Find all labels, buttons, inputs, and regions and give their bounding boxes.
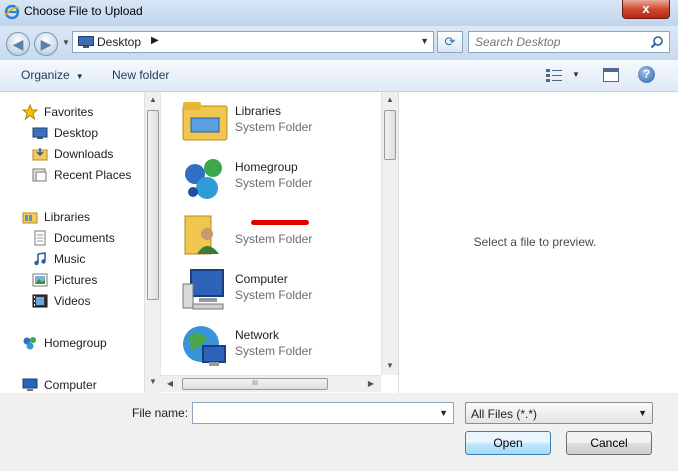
refresh-button[interactable]: ⟳ bbox=[437, 31, 463, 53]
desktop-icon bbox=[78, 36, 94, 48]
file-type: System Folder bbox=[235, 120, 313, 134]
sidebar-item-label: Videos bbox=[54, 294, 91, 308]
sidebar-item-label: Pictures bbox=[54, 273, 98, 287]
file-item-libraries[interactable]: Libraries System Folder bbox=[181, 98, 381, 148]
file-type: System Folder bbox=[235, 176, 313, 190]
search-icon[interactable] bbox=[650, 35, 664, 49]
change-view-icon[interactable] bbox=[546, 68, 562, 82]
file-type: System Folder bbox=[235, 344, 313, 358]
scroll-down-arrow-icon[interactable]: ▼ bbox=[382, 358, 398, 374]
file-upload-dialog: Choose File to Upload x ◀ ▶ ▼ Desktop ▶ … bbox=[0, 0, 678, 471]
sidebar-item-label: Music bbox=[54, 252, 86, 266]
network-icon bbox=[183, 326, 226, 366]
libraries-icon bbox=[22, 212, 38, 224]
file-name: Computer bbox=[235, 272, 288, 286]
videos-icon bbox=[32, 294, 48, 308]
sidebar-item-label: Libraries bbox=[44, 210, 91, 224]
file-name-input[interactable] bbox=[193, 403, 433, 423]
documents-icon bbox=[34, 230, 46, 246]
file-name-combobox[interactable]: ▼ bbox=[192, 402, 454, 424]
cancel-button[interactable]: Cancel bbox=[566, 431, 652, 455]
scroll-left-arrow-icon[interactable]: ◀ bbox=[162, 376, 178, 392]
window-title: Choose File to Upload bbox=[24, 4, 143, 18]
close-button[interactable]: x bbox=[622, 0, 670, 19]
user-folder-icon bbox=[184, 215, 219, 255]
preview-pane-toggle[interactable] bbox=[603, 68, 619, 82]
dialog-footer: File name: ▼ All Files (*.*) ▼ Open Canc… bbox=[0, 393, 678, 471]
file-type-select[interactable]: All Files (*.*) ▼ bbox=[465, 402, 653, 424]
search-input[interactable] bbox=[469, 32, 647, 52]
breadcrumb-arrow-icon[interactable]: ▶ bbox=[151, 35, 159, 46]
organize-label[interactable]: Organize bbox=[21, 68, 70, 82]
sidebar-item-label: Homegroup bbox=[44, 336, 107, 350]
chevron-down-icon: ▼ bbox=[75, 72, 84, 81]
file-name: Libraries bbox=[235, 104, 282, 118]
file-item-homegroup[interactable]: Homegroup System Folder bbox=[181, 154, 381, 204]
file-name-label: File name: bbox=[132, 406, 189, 420]
new-folder-button[interactable]: New folder bbox=[112, 68, 169, 82]
sidebar-item-label: Desktop bbox=[54, 126, 99, 140]
sidebar-item-label: Recent Places bbox=[54, 168, 132, 182]
organize-menu[interactable]: Organize ▼ bbox=[21, 68, 84, 82]
computer-icon bbox=[182, 269, 224, 310]
preview-message: Select a file to preview. bbox=[473, 235, 597, 249]
computer-icon bbox=[22, 378, 38, 391]
address-field[interactable]: Desktop ▶ ▼ bbox=[72, 31, 434, 53]
chevron-down-icon[interactable]: ▼ bbox=[638, 408, 647, 418]
main-content: Favorites Desktop Downloads Recent Place… bbox=[0, 92, 678, 393]
back-button[interactable]: ◀ bbox=[6, 32, 30, 56]
help-button[interactable]: ? bbox=[638, 66, 655, 83]
internet-explorer-icon bbox=[4, 4, 20, 20]
address-location[interactable]: Desktop bbox=[97, 35, 141, 49]
libraries-folder-icon bbox=[182, 102, 228, 141]
scroll-down-arrow-icon[interactable]: ▼ bbox=[145, 374, 161, 390]
search-box[interactable] bbox=[468, 31, 670, 53]
file-list-pane: Libraries System Folder Homegroup System… bbox=[160, 92, 398, 393]
view-options-dropdown[interactable]: ▼ bbox=[572, 70, 580, 79]
homegroup-icon bbox=[185, 159, 222, 199]
recent-locations-dropdown[interactable]: ▼ bbox=[62, 38, 70, 47]
file-type: System Folder bbox=[235, 232, 313, 246]
open-button[interactable]: Open bbox=[465, 431, 551, 455]
sidebar-item-label: Downloads bbox=[54, 147, 114, 161]
scroll-right-arrow-icon[interactable]: ▶ bbox=[363, 376, 379, 392]
homegroup-icon bbox=[23, 337, 36, 350]
address-dropdown-button[interactable]: ▼ bbox=[420, 36, 429, 46]
scrollbar-thumb[interactable]: III bbox=[182, 378, 328, 390]
navigation-pane-scrollbar[interactable]: ▲ ▼ bbox=[144, 92, 161, 393]
title-bar: Choose File to Upload x bbox=[0, 0, 678, 26]
pictures-icon bbox=[32, 273, 48, 287]
scroll-up-arrow-icon[interactable]: ▲ bbox=[382, 92, 398, 108]
scrollbar-thumb[interactable] bbox=[384, 110, 396, 160]
desktop-icon bbox=[32, 127, 48, 139]
redacted-name-mark bbox=[251, 220, 309, 225]
scrollbar-thumb[interactable] bbox=[147, 110, 159, 300]
music-icon bbox=[34, 252, 46, 266]
address-bar: ◀ ▶ ▼ Desktop ▶ ▼ ⟳ bbox=[0, 26, 678, 60]
file-item-computer[interactable]: Computer System Folder bbox=[181, 266, 381, 316]
file-item-user-folder[interactable]: System Folder bbox=[181, 210, 381, 260]
downloads-folder-icon bbox=[32, 148, 48, 161]
file-item-network[interactable]: Network System Folder bbox=[181, 322, 381, 372]
file-type-selected[interactable]: All Files (*.*) bbox=[471, 407, 537, 421]
file-name: Homegroup bbox=[235, 160, 298, 174]
file-list-horizontal-scrollbar[interactable]: ◀ III ▶ bbox=[160, 375, 381, 392]
star-icon bbox=[22, 104, 38, 120]
sidebar-item-label: Computer bbox=[44, 378, 97, 392]
preview-pane: Select a file to preview. bbox=[398, 92, 670, 393]
command-toolbar: Organize ▼ New folder ▼ ? bbox=[0, 60, 678, 92]
recent-places-icon bbox=[32, 168, 47, 182]
scroll-up-arrow-icon[interactable]: ▲ bbox=[145, 92, 161, 108]
navigation-pane: Favorites Desktop Downloads Recent Place… bbox=[0, 92, 161, 393]
chevron-down-icon[interactable]: ▼ bbox=[439, 408, 448, 418]
file-type: System Folder bbox=[235, 288, 313, 302]
sidebar-item-label: Favorites bbox=[44, 105, 94, 119]
file-list-vertical-scrollbar[interactable]: ▲ ▼ bbox=[381, 92, 398, 375]
sidebar-item-label: Documents bbox=[54, 231, 115, 245]
forward-button[interactable]: ▶ bbox=[34, 32, 58, 56]
file-name: Network bbox=[235, 328, 280, 342]
